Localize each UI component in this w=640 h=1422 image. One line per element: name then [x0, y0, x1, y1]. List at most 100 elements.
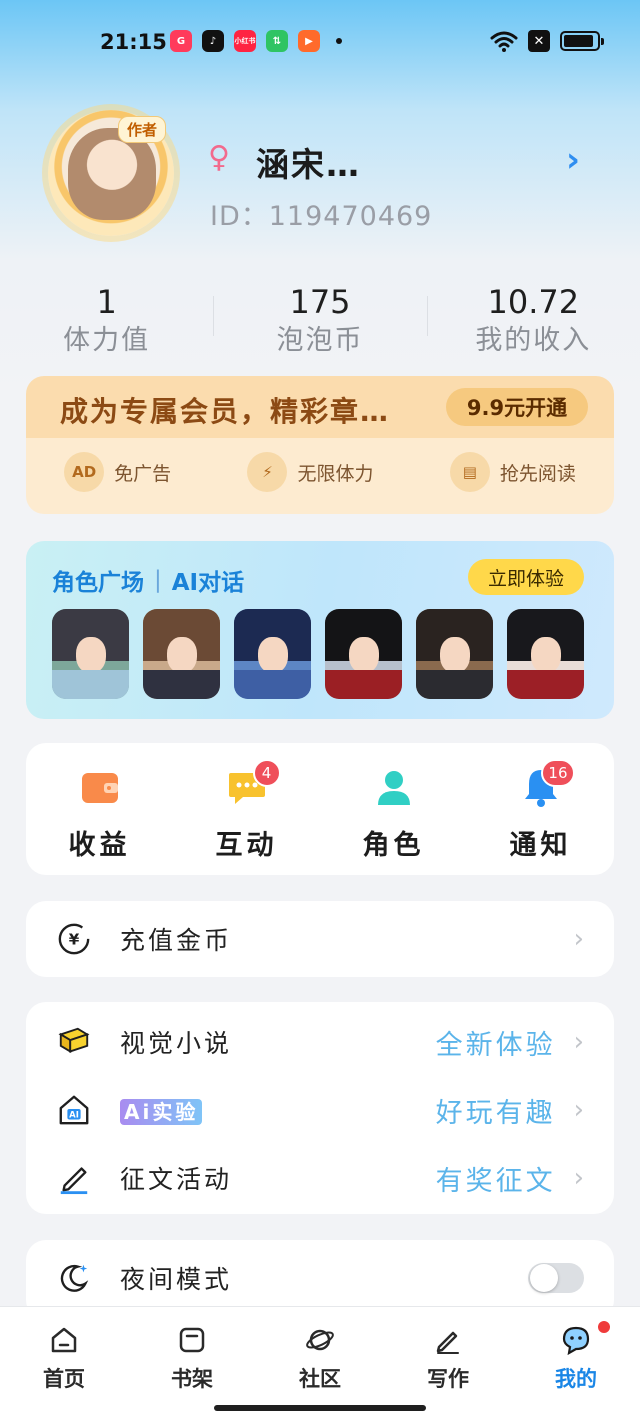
pen-icon	[436, 1331, 459, 1354]
character-avatar[interactable]	[143, 609, 220, 699]
tab-label: 首页	[43, 1367, 85, 1391]
recharge-label: 充值金币	[120, 926, 233, 955]
yuan-coin-icon: ¥	[56, 921, 92, 957]
try-now-button[interactable]: 立即体验	[468, 559, 584, 595]
book-icon	[56, 1024, 92, 1060]
moon-icon	[56, 1260, 92, 1296]
quick-label: 收益	[68, 830, 131, 861]
character-clothes	[325, 670, 402, 699]
stat-stamina[interactable]: 1 体力值	[0, 282, 213, 362]
feature-label: 视觉小说	[120, 1029, 233, 1058]
lightning-icon: ⚡	[247, 452, 288, 492]
feature-tagline: 有奖征文	[435, 1165, 556, 1197]
character-face	[531, 637, 561, 673]
vip-membership-card[interactable]: 成为专属会员，精彩章… 9.9元开通 AD 免广告 ⚡ 无限体力 ▤ 抢先阅读	[26, 376, 614, 514]
chevron-right-icon: ›	[573, 1163, 584, 1193]
ai-home-icon: AI	[56, 1092, 92, 1128]
perk-early-reading: ▤ 抢先阅读	[449, 452, 576, 492]
username[interactable]: 涵宋…	[256, 138, 361, 186]
battery-icon	[560, 31, 604, 51]
feature-label: Ai实验	[120, 1096, 436, 1125]
person-icon	[377, 771, 410, 805]
character-clothes	[143, 670, 220, 699]
feature-label: 征文活动	[120, 1165, 233, 1194]
tab-notification-dot	[598, 1321, 610, 1333]
character-avatar[interactable]	[507, 609, 584, 699]
tab-home[interactable]: 首页	[0, 1307, 128, 1422]
character-clothes	[234, 670, 311, 699]
perk-label: 无限体力	[297, 462, 374, 485]
wallet-icon	[81, 773, 118, 803]
quick-actions: 收益 4 互动 角色 16 通知	[26, 743, 614, 875]
bell-icon-wrap: 16	[521, 759, 575, 807]
svg-text:AI: AI	[69, 1111, 79, 1121]
vip-subscribe-button[interactable]: 9.9元开通	[446, 388, 588, 426]
ai-character-card[interactable]: 角色广场 | AI对话 立即体验	[26, 541, 614, 719]
system-status-icons: ✕	[490, 30, 604, 52]
perk-label: 抢先阅读	[499, 462, 576, 485]
stat-value: 10.72	[487, 283, 580, 321]
stat-value: 1	[96, 283, 117, 321]
author-badge: 作者	[118, 116, 167, 143]
status-bar: 21:15 G ♪ 小红书 ⇅ ▶ ✕	[0, 0, 640, 86]
recharge-row[interactable]: ¥ 充值金币 ›	[26, 901, 614, 977]
vip-title: 成为专属会员，精彩章…	[60, 395, 391, 428]
stat-income[interactable]: 10.72 我的收入	[426, 282, 640, 362]
tab-mine[interactable]: 我的	[512, 1307, 640, 1422]
character-clothes	[507, 670, 584, 699]
feature-ai-lab[interactable]: AI Ai实验 好玩有趣 ›	[26, 1076, 614, 1144]
tiktok-icon: ♪	[202, 30, 224, 52]
quick-notification[interactable]: 16 通知	[467, 743, 614, 875]
character-clothes	[52, 670, 129, 699]
chevron-right-icon: ›	[573, 1095, 584, 1125]
stat-value: 175	[289, 283, 351, 321]
character-avatar[interactable]	[325, 609, 402, 699]
character-face	[167, 637, 197, 673]
character-avatar[interactable]	[234, 609, 311, 699]
character-avatar[interactable]	[416, 609, 493, 699]
character-face	[440, 637, 470, 673]
perk-no-ads: AD 免广告	[64, 452, 171, 492]
notification-app-icons: G ♪ 小红书 ⇅ ▶	[170, 30, 342, 52]
character-plaza-label: 角色广场	[52, 570, 144, 596]
book-icon: ▤	[449, 452, 490, 492]
feature-visual-novel[interactable]: 视觉小说 全新体验 ›	[26, 1008, 614, 1076]
feature-tagline: 全新体验	[435, 1029, 556, 1061]
title-separator: |	[154, 567, 162, 593]
quick-label: 通知	[509, 830, 572, 861]
female-gender-icon: ♀	[208, 140, 230, 175]
toggle-knob	[530, 1264, 558, 1292]
shopping-app-icon: G	[170, 30, 192, 52]
home-indicator[interactable]	[214, 1405, 426, 1411]
tab-label: 社区	[299, 1367, 341, 1391]
xbox-icon: ✕	[528, 30, 550, 52]
stat-label: 泡泡币	[276, 325, 364, 356]
ai-lab-label: Ai实验	[120, 1098, 203, 1125]
feature-writing-contest[interactable]: 征文活动 有奖征文 ›	[26, 1144, 614, 1212]
quick-earnings[interactable]: 收益	[26, 743, 173, 875]
profile-chat-icon	[562, 1326, 590, 1355]
quick-label: 互动	[215, 830, 278, 861]
chevron-right-icon: ›	[573, 924, 584, 954]
character-avatar[interactable]	[52, 609, 129, 699]
chevron-right-icon: ›	[573, 1027, 584, 1057]
quick-interaction[interactable]: 4 互动	[173, 743, 320, 875]
user-id: ID：119470469	[210, 201, 433, 232]
night-mode-toggle[interactable]	[528, 1263, 584, 1293]
stat-bubble-coins[interactable]: 175 泡泡币	[213, 282, 426, 362]
quick-character[interactable]: 角色	[320, 743, 467, 875]
tab-label: 书架	[171, 1367, 213, 1391]
tab-label: 我的	[555, 1367, 597, 1391]
stat-label: 体力值	[63, 325, 151, 356]
recharge-card: ¥ 充值金币 ›	[26, 901, 614, 977]
perk-label: 免广告	[114, 462, 172, 485]
status-time: 21:15	[100, 30, 167, 54]
profile-arrow-icon[interactable]: ›	[566, 140, 580, 180]
svg-text:¥: ¥	[69, 931, 80, 949]
stats-row: 1 体力值 175 泡泡币 10.72 我的收入	[0, 282, 640, 362]
ai-card-title: 角色广场 | AI对话	[52, 563, 244, 597]
quick-label: 角色	[362, 830, 425, 861]
feature-tagline: 好玩有趣	[435, 1097, 556, 1129]
night-mode-label: 夜间模式	[120, 1265, 233, 1294]
pencil-icon	[56, 1160, 92, 1196]
